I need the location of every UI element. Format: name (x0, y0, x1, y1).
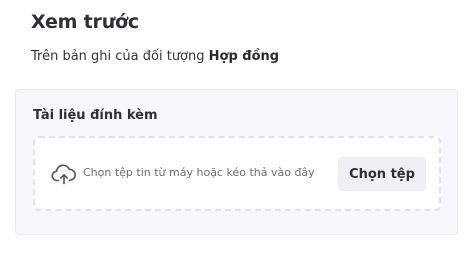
attachment-card: Tài liệu đính kèm Chọn tệp tin từ máy ho… (15, 89, 458, 235)
attachment-label: Tài liệu đính kèm (33, 108, 158, 123)
record-context: Trên bản ghi của đối tượng Hợp đồng (31, 49, 279, 64)
page-title: Xem trước (31, 11, 139, 33)
file-dropzone[interactable]: Chọn tệp tin từ máy hoặc kéo thả vào đây… (33, 136, 441, 211)
choose-file-button[interactable]: Chọn tệp (338, 157, 426, 191)
record-context-prefix: Trên bản ghi của đối tượng (31, 49, 209, 64)
entity-name: Hợp đồng (208, 49, 280, 64)
dropzone-hint: Chọn tệp tin từ máy hoặc kéo thả vào đây (83, 166, 315, 179)
cloud-upload-icon (51, 164, 76, 185)
preview-panel: Xem trước Trên bản ghi của đối tượng Hợp… (0, 0, 476, 253)
